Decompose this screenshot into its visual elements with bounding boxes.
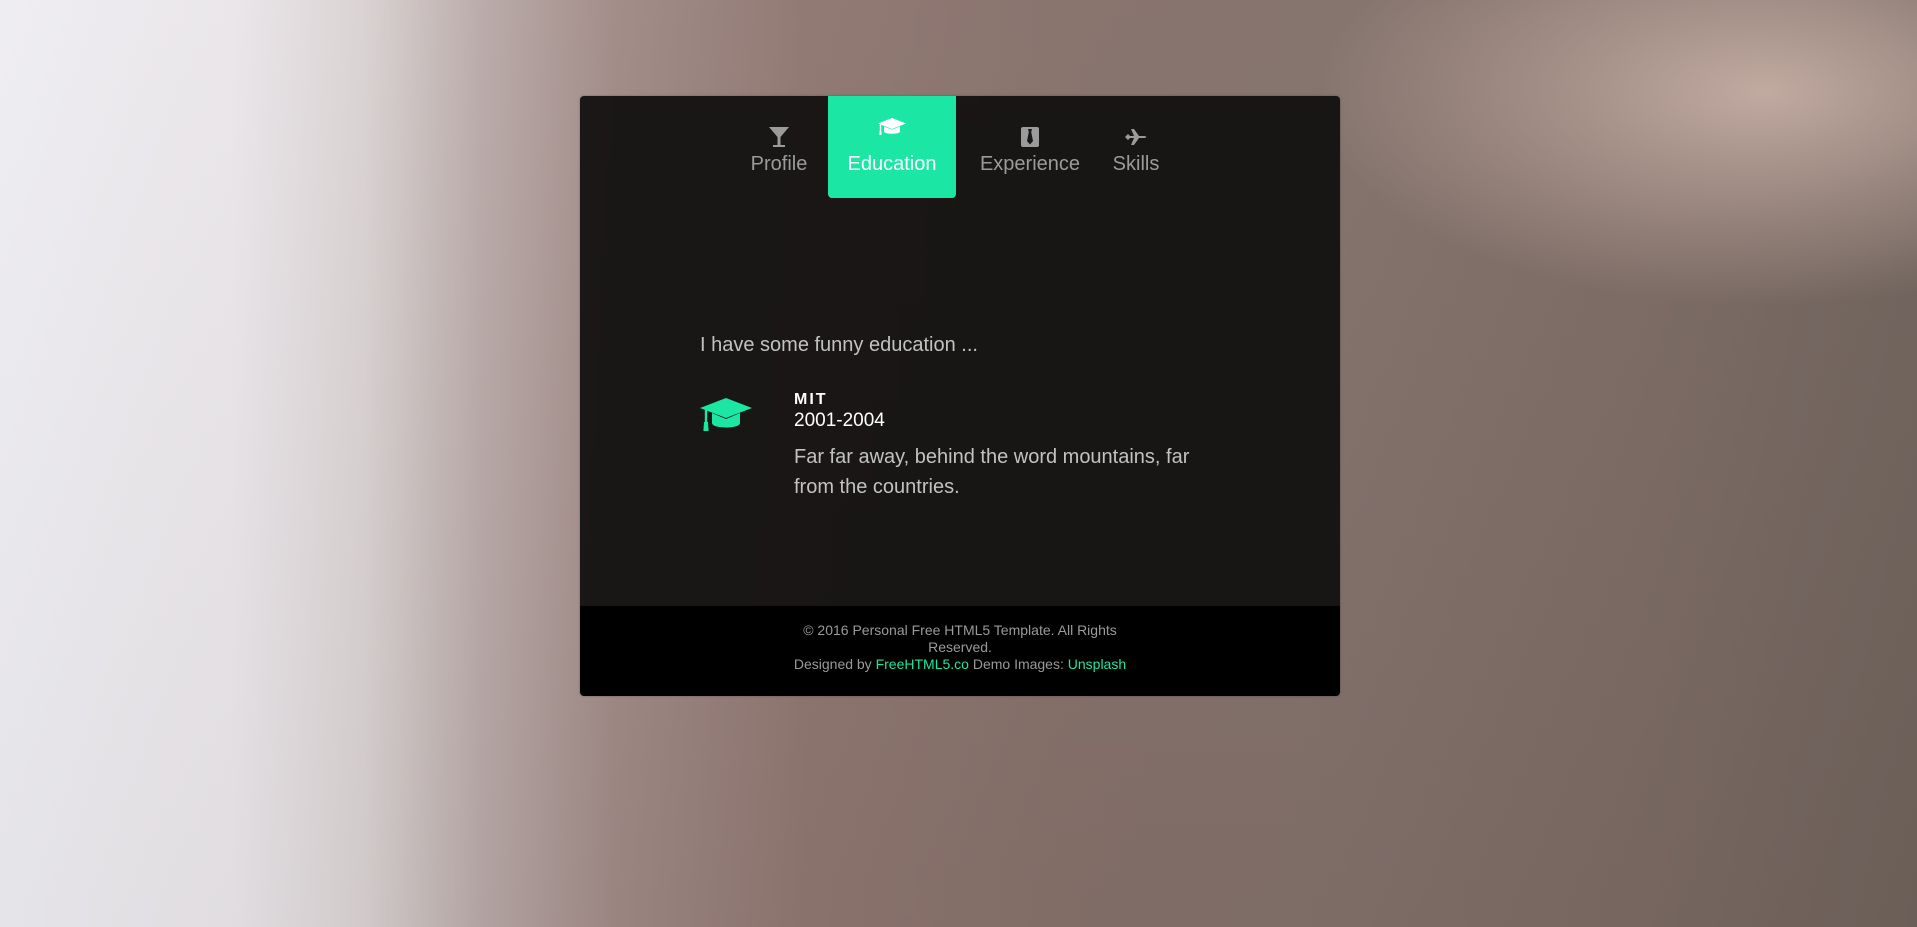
footer-credits: Designed by FreeHTML5.co Demo Images: Un… (580, 656, 1340, 673)
education-description: Far far away, behind the word mountains,… (794, 446, 1190, 498)
cocktail-glass-icon (769, 127, 789, 147)
tab-profile-label: Profile (750, 153, 808, 175)
education-intro: I have some funny education ... (700, 334, 978, 356)
tab-experience[interactable]: Experience (970, 96, 1090, 198)
footer-images-label: Demo Images: (972, 656, 1064, 672)
card-body: Profile Education Experience Skills I ha… (580, 96, 1340, 606)
tab-profile[interactable]: Profile (736, 96, 822, 198)
tab-education[interactable]: Education (828, 96, 956, 198)
airplane-icon (1125, 129, 1147, 145)
footer-copyright: © 2016 Personal Free HTML5 Template. All… (803, 622, 1117, 655)
graduation-cap-icon (700, 398, 752, 431)
tab-skills[interactable]: Skills (1106, 96, 1166, 198)
tab-experience-label: Experience (979, 153, 1081, 175)
tab-bar: Profile Education Experience Skills (580, 96, 1340, 198)
education-school: MIT (794, 391, 828, 408)
freehtml5-link[interactable]: FreeHTML5.co (876, 656, 969, 672)
tab-education-label: Education (847, 153, 937, 175)
footer: © 2016 Personal Free HTML5 Template. All… (580, 606, 1340, 696)
resume-card: Profile Education Experience Skills I ha… (580, 96, 1340, 696)
unsplash-link[interactable]: Unsplash (1068, 656, 1126, 672)
graduation-cap-icon (878, 118, 906, 135)
necktie-icon (1021, 127, 1039, 147)
tab-skills-label: Skills (1112, 153, 1160, 175)
education-years: 2001-2004 (794, 410, 885, 431)
footer-designed-by-label: Designed by (793, 656, 872, 672)
